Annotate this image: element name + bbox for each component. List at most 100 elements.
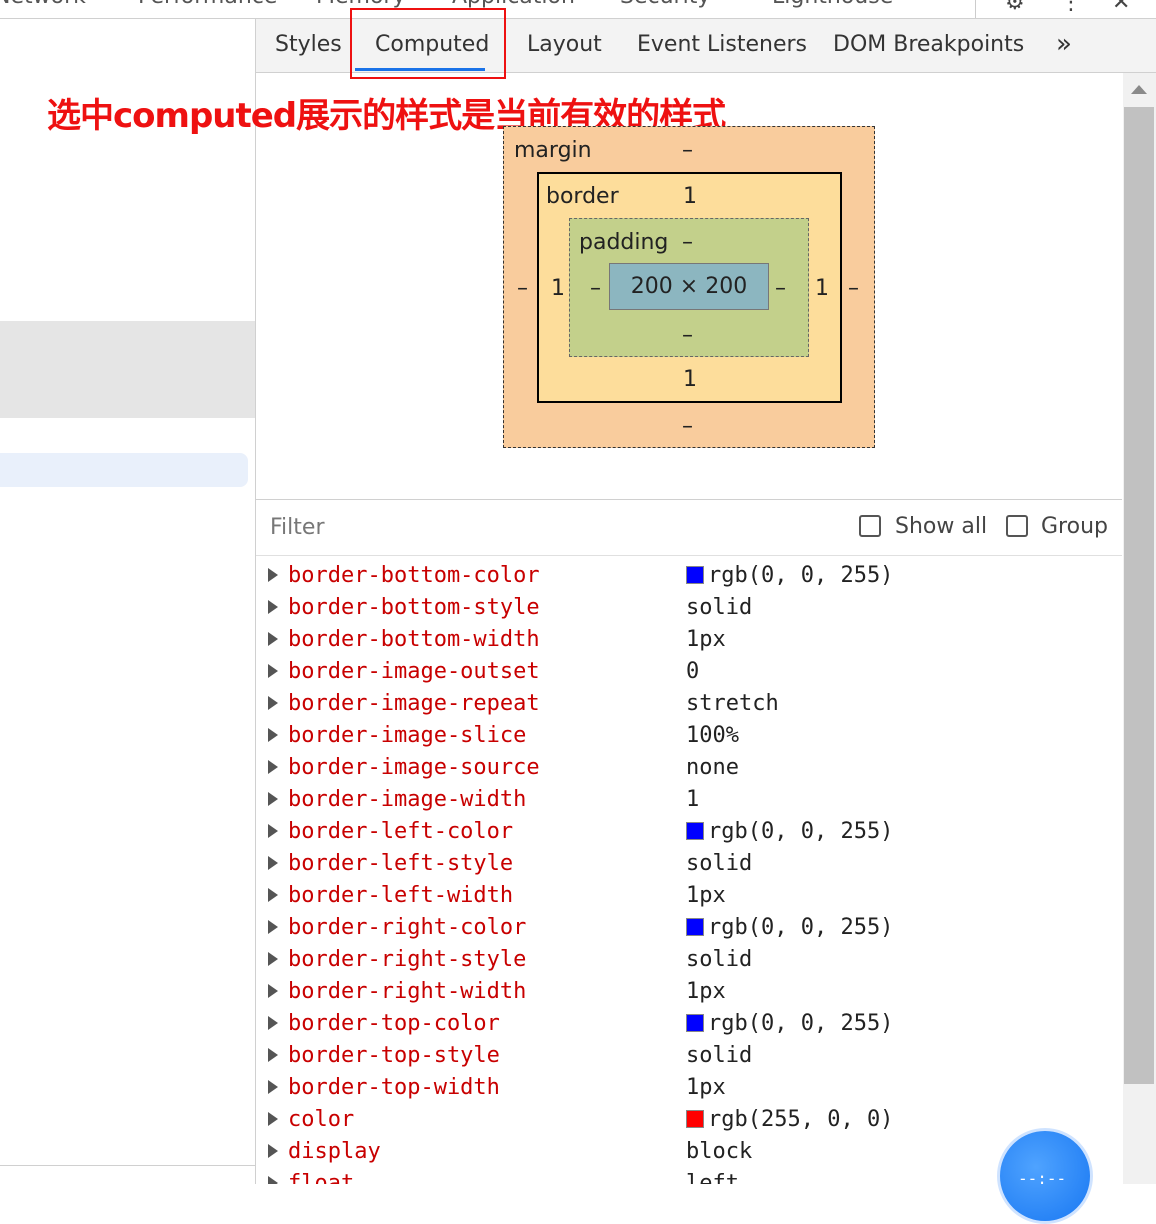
color-swatch[interactable] — [686, 1110, 704, 1128]
chevron-double-right-icon[interactable]: » — [1056, 29, 1072, 59]
property-name: border-image-source — [288, 755, 540, 780]
property-row[interactable]: border-right-style solid — [256, 945, 1122, 977]
expand-triangle-icon[interactable] — [268, 792, 278, 806]
tab-dom-breakpoints[interactable]: DOM Breakpoints — [833, 32, 1024, 57]
expand-triangle-icon[interactable] — [268, 568, 278, 582]
property-row[interactable]: border-bottom-color rgb(0, 0, 255) — [256, 561, 1122, 593]
padding-left-value[interactable]: – — [590, 276, 601, 301]
property-value: solid — [686, 947, 752, 972]
property-name: border-image-outset — [288, 659, 540, 684]
property-row[interactable]: border-right-color rgb(0, 0, 255) — [256, 913, 1122, 945]
filter-bar: Show all Group — [256, 499, 1122, 556]
expand-triangle-icon[interactable] — [268, 1112, 278, 1126]
padding-right-value[interactable]: – — [775, 276, 786, 301]
tab-security[interactable]: Security — [620, 0, 710, 9]
expand-triangle-icon[interactable] — [268, 856, 278, 870]
border-bottom-value[interactable]: 1 — [683, 367, 697, 392]
property-row[interactable]: border-image-repeat stretch — [256, 689, 1122, 721]
toolbar-divider — [975, 0, 976, 18]
property-value-text: 0 — [686, 659, 700, 684]
expand-triangle-icon[interactable] — [268, 696, 278, 710]
color-swatch[interactable] — [686, 822, 704, 840]
property-row[interactable]: border-bottom-width 1px — [256, 625, 1122, 657]
padding-label: padding — [579, 230, 669, 255]
floating-widget-glyph: --:-- — [1018, 1169, 1067, 1188]
property-row[interactable]: float left — [256, 1169, 1122, 1184]
expand-triangle-icon[interactable] — [268, 1016, 278, 1030]
tab-performance[interactable]: Performance — [138, 0, 277, 9]
show-all-checkbox[interactable] — [859, 515, 881, 537]
color-swatch[interactable] — [686, 918, 704, 936]
expand-triangle-icon[interactable] — [268, 760, 278, 774]
expand-triangle-icon[interactable] — [268, 600, 278, 614]
expand-triangle-icon[interactable] — [268, 952, 278, 966]
floating-assistant-button[interactable]: --:-- — [997, 1128, 1093, 1224]
expand-triangle-icon[interactable] — [268, 664, 278, 678]
expand-triangle-icon[interactable] — [268, 1176, 278, 1184]
tab-layout[interactable]: Layout — [527, 32, 602, 57]
property-name: border-top-color — [288, 1011, 500, 1036]
expand-triangle-icon[interactable] — [268, 1080, 278, 1094]
scroll-up-arrow-icon[interactable] — [1131, 85, 1147, 94]
expand-triangle-icon[interactable] — [268, 824, 278, 838]
property-value: solid — [686, 595, 752, 620]
tab-network[interactable]: Network — [0, 0, 86, 9]
tab-lighthouse[interactable]: Lighthouse — [772, 0, 893, 9]
property-name: float — [288, 1171, 355, 1184]
property-row[interactable]: border-left-style solid — [256, 849, 1122, 881]
close-icon[interactable]: ✕ — [1112, 0, 1130, 15]
border-left-value[interactable]: 1 — [551, 276, 565, 301]
group-label[interactable]: Group — [1041, 514, 1108, 539]
property-row[interactable]: display block — [256, 1137, 1122, 1169]
property-name: border-right-color — [288, 915, 527, 940]
settings-icon[interactable]: ⚙ — [1005, 0, 1025, 15]
property-row[interactable]: border-image-source none — [256, 753, 1122, 785]
expand-triangle-icon[interactable] — [268, 1144, 278, 1158]
box-model-content[interactable]: 200 × 200 — [609, 263, 769, 310]
scrollbar-thumb[interactable] — [1124, 107, 1154, 1084]
show-all-label[interactable]: Show all — [895, 514, 987, 539]
border-right-value[interactable]: 1 — [815, 276, 829, 301]
border-top-value[interactable]: 1 — [683, 184, 697, 209]
expand-triangle-icon[interactable] — [268, 728, 278, 742]
property-row[interactable]: border-top-width 1px — [256, 1073, 1122, 1105]
property-row[interactable]: color rgb(255, 0, 0) — [256, 1105, 1122, 1137]
margin-right-value[interactable]: – — [848, 276, 859, 301]
property-row[interactable]: border-right-width 1px — [256, 977, 1122, 1009]
property-row[interactable]: border-left-color rgb(0, 0, 255) — [256, 817, 1122, 849]
expand-triangle-icon[interactable] — [268, 1048, 278, 1062]
color-swatch[interactable] — [686, 1014, 704, 1032]
expand-triangle-icon[interactable] — [268, 920, 278, 934]
tab-event-listeners[interactable]: Event Listeners — [637, 32, 807, 57]
property-row[interactable]: border-image-outset 0 — [256, 657, 1122, 689]
color-swatch[interactable] — [686, 566, 704, 584]
group-checkbox[interactable] — [1006, 515, 1028, 537]
margin-top-value[interactable]: – — [682, 138, 693, 163]
property-name: border-image-repeat — [288, 691, 540, 716]
annotation-highlight-box — [350, 8, 506, 79]
expand-triangle-icon[interactable] — [268, 984, 278, 998]
property-row[interactable]: border-bottom-style solid — [256, 593, 1122, 625]
property-row[interactable]: border-image-slice 100% — [256, 721, 1122, 753]
property-name: border-top-style — [288, 1043, 500, 1068]
padding-bottom-value[interactable]: – — [682, 323, 693, 348]
selected-node-row[interactable] — [0, 321, 255, 418]
expand-triangle-icon[interactable] — [268, 888, 278, 902]
property-row[interactable]: border-left-width 1px — [256, 881, 1122, 913]
property-row[interactable]: border-image-width 1 — [256, 785, 1122, 817]
filter-input[interactable] — [270, 512, 830, 542]
tab-styles[interactable]: Styles — [275, 32, 342, 57]
more-options-icon[interactable]: ⋮ — [1060, 0, 1082, 15]
property-row[interactable]: border-top-style solid — [256, 1041, 1122, 1073]
property-name: color — [288, 1107, 355, 1132]
margin-left-value[interactable]: – — [517, 276, 528, 301]
property-value: 1px — [686, 979, 726, 1004]
property-row[interactable]: border-top-color rgb(0, 0, 255) — [256, 1009, 1122, 1041]
scrollbar[interactable] — [1123, 73, 1156, 1184]
expand-triangle-icon[interactable] — [268, 632, 278, 646]
hovered-node-row[interactable] — [0, 453, 248, 487]
property-value-text: solid — [686, 947, 753, 972]
padding-top-value[interactable]: – — [682, 230, 693, 255]
property-value: left — [686, 1171, 739, 1184]
margin-bottom-value[interactable]: – — [682, 414, 693, 439]
